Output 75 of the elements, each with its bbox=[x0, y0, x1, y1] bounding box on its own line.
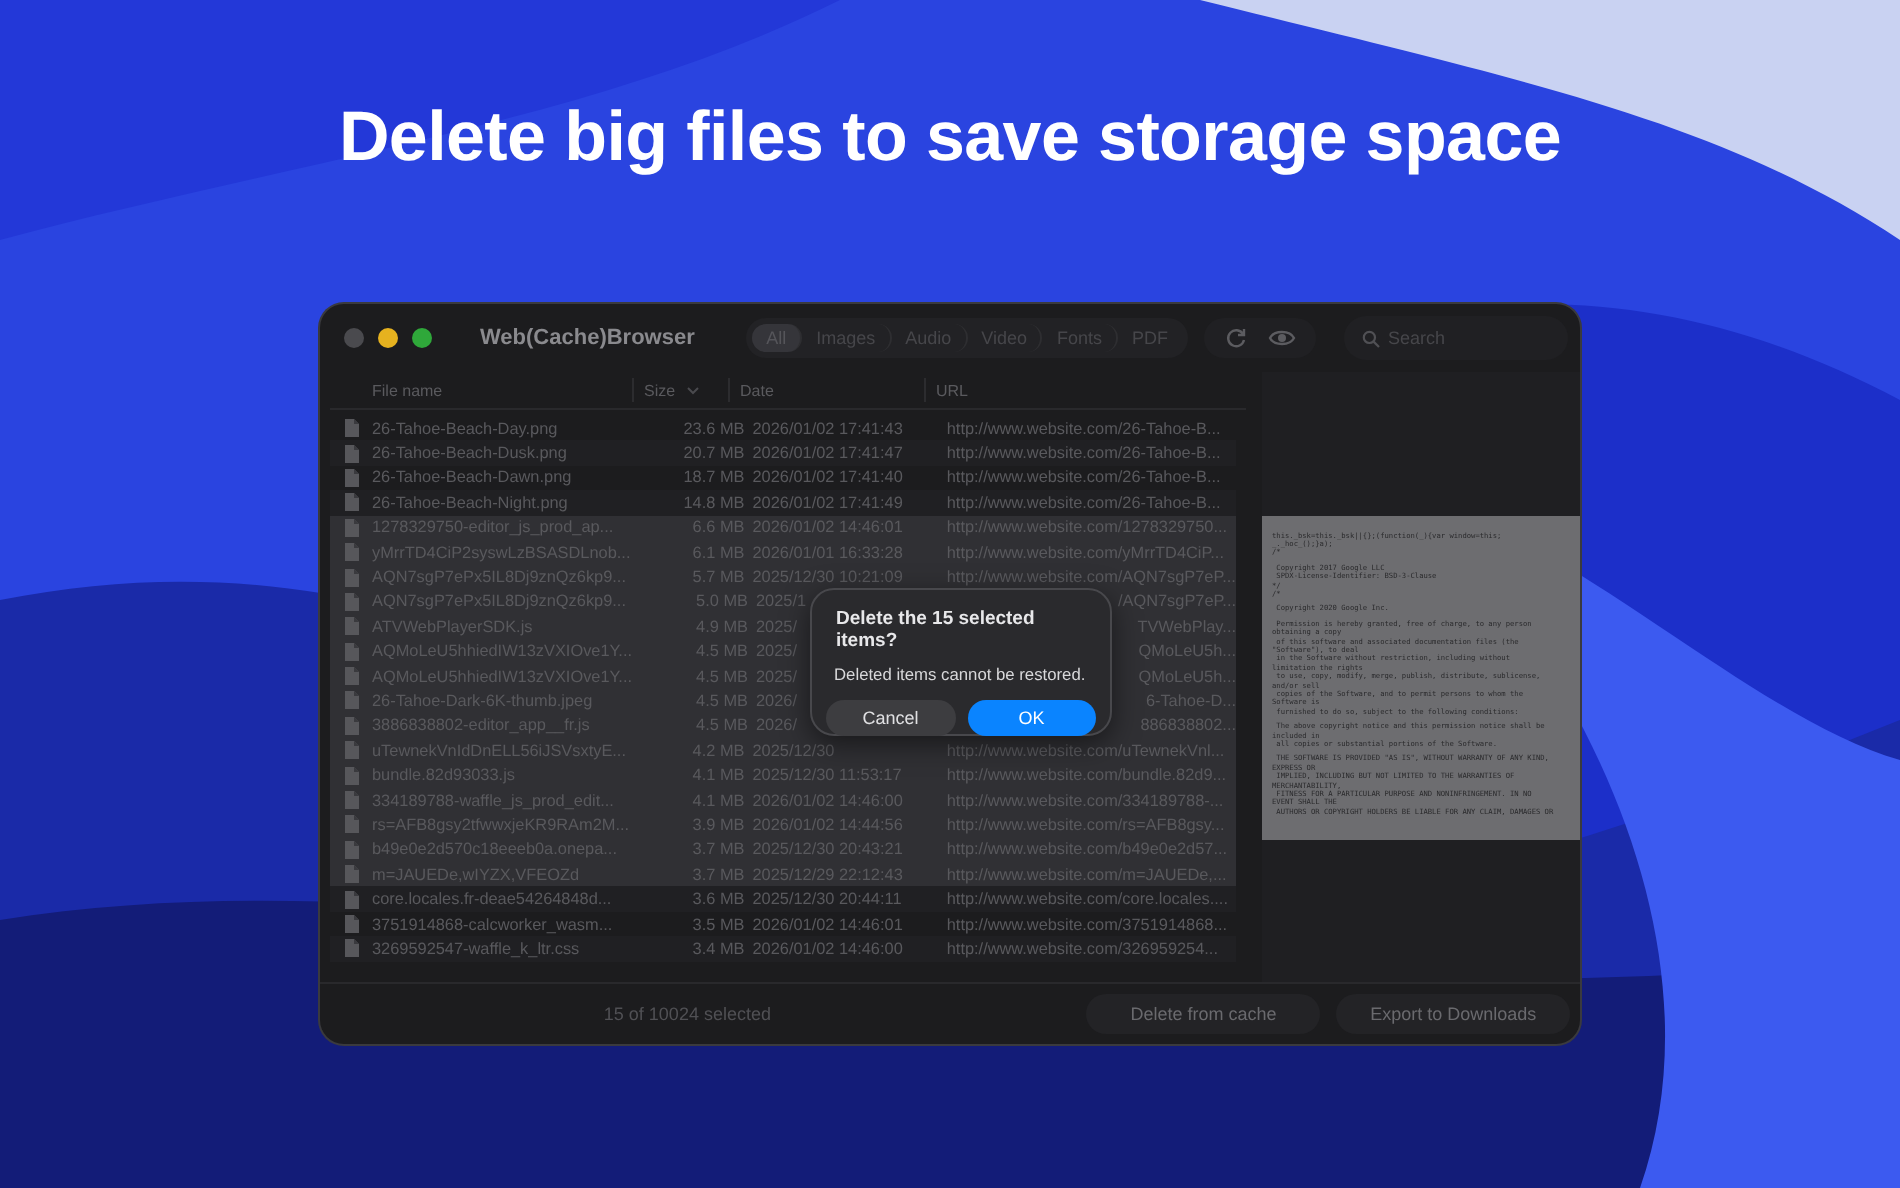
delete-button[interactable]: Delete from cache bbox=[1086, 994, 1321, 1034]
ok-button[interactable]: OK bbox=[967, 700, 1096, 736]
file-icon bbox=[344, 591, 360, 612]
file-icon bbox=[344, 914, 360, 934]
file-icon bbox=[344, 443, 360, 464]
table-cell-text: 26-Tahoe-Beach-Night.png bbox=[372, 493, 570, 512]
export-button[interactable]: Export to Downloads bbox=[1336, 994, 1571, 1034]
table-cell-text: http://www.website.com/3751914868... bbox=[944, 915, 1230, 933]
dialog-message: Deleted items cannot be restored. bbox=[834, 664, 1088, 684]
cancel-button[interactable]: Cancel bbox=[826, 700, 955, 736]
refresh-icon bbox=[1224, 326, 1248, 350]
file-icon bbox=[344, 666, 360, 687]
file-icon bbox=[344, 864, 360, 885]
table-row[interactable]: core.locales.fr-deae54264848d... 3.6 MB 2025/12/30 20:44:11 http://www.website.com/core.locales.... bbox=[330, 886, 1236, 912]
table-cell-text: 2026/01/02 17:41:49 bbox=[750, 493, 905, 512]
table-cell-text: 2026/01/02 14:46:01 bbox=[750, 915, 905, 933]
column-header[interactable]: File name bbox=[330, 378, 632, 402]
file-icon bbox=[344, 418, 360, 439]
file-icon bbox=[344, 542, 360, 563]
table-row[interactable]: 26-Tahoe-Beach-Dusk.png 20.7 MB 2026/01/02 17:41:47 http://www.website.com/26-Tahoe-B... bbox=[330, 440, 1236, 466]
table-cell-text: 3.6 MB bbox=[690, 890, 745, 909]
table-row[interactable]: 26-Tahoe-Beach-Night.png 14.8 MB 2026/01/02 17:41:49 http://www.website.com/26-Tahoe-B... bbox=[330, 490, 1236, 516]
file-icon bbox=[344, 889, 360, 910]
table-cell-text: 26-Tahoe-Beach-Day.png bbox=[372, 419, 560, 438]
sort-icon bbox=[685, 385, 700, 395]
search-icon bbox=[1362, 329, 1380, 347]
file-icon bbox=[344, 839, 360, 860]
table-row[interactable]: 26-Tahoe-Beach-Dawn.png 18.7 MB 2026/01/02 17:41:40 http://www.website.com/26-Tahoe-B... bbox=[330, 465, 1236, 491]
table-cell-text: core.locales.fr-deae54264848d... bbox=[372, 890, 614, 909]
table-row[interactable]: 3269592547-waffle_k_ltr.css 3.4 MB 2026/01/02 14:46:00 http://www.website.com/326959254... bbox=[330, 936, 1236, 962]
table-cell-text: 2026/01/02 17:41:47 bbox=[750, 444, 905, 463]
window-title: Web(Cache)Browser bbox=[480, 326, 697, 350]
column-header[interactable]: URL bbox=[924, 378, 969, 402]
file-icon bbox=[344, 715, 360, 736]
table-cell-text: 3751914868-calcworker_wasm... bbox=[372, 915, 615, 933]
table-cell-text: 18.7 MB bbox=[681, 468, 745, 487]
table-row[interactable]: 26-Tahoe-Beach-Day.png 23.6 MB 2026/01/02 17:41:43 http://www.website.com/26-Tahoe-B... bbox=[330, 416, 1236, 441]
eye-icon bbox=[1268, 328, 1296, 348]
column-header[interactable]: Size bbox=[632, 378, 728, 402]
table-cell-text: 3.5 MB bbox=[690, 915, 745, 933]
file-icon bbox=[344, 467, 360, 488]
table-cell-text: http://www.website.com/26-Tahoe-B... bbox=[944, 493, 1223, 512]
table-cell-text: http://www.website.com/26-Tahoe-B... bbox=[944, 444, 1223, 463]
close-button[interactable] bbox=[344, 328, 364, 348]
file-icon bbox=[344, 814, 360, 835]
table-cell-text: 14.8 MB bbox=[681, 493, 745, 512]
file-icon bbox=[344, 740, 360, 761]
file-icon bbox=[344, 938, 360, 959]
table-cell-text: http://www.website.com/core.locales.... bbox=[944, 890, 1230, 909]
zoom-button[interactable] bbox=[412, 328, 432, 348]
file-icon bbox=[344, 765, 360, 786]
table-cell-text: 23.6 MB bbox=[681, 419, 745, 438]
file-icon bbox=[344, 567, 360, 588]
table-cell-text: 2025/12/30 20:44:11 bbox=[750, 890, 904, 909]
table-cell-text: http://www.website.com/326959254... bbox=[944, 939, 1220, 958]
table-cell-text: 3.4 MB bbox=[690, 939, 745, 958]
file-icon bbox=[344, 492, 360, 513]
table-cell-text: 26-Tahoe-Beach-Dusk.png bbox=[372, 444, 569, 463]
file-icon bbox=[344, 690, 360, 711]
table-cell-text: 26-Tahoe-Beach-Dawn.png bbox=[372, 468, 574, 487]
headline: Delete big files to save storage space bbox=[338, 96, 1562, 180]
file-icon bbox=[344, 641, 360, 662]
file-icon bbox=[344, 790, 360, 811]
table-row[interactable]: 3751914868-calcworker_wasm... 3.5 MB 2026/01/02 14:46:01 http://www.website.com/3751914868... bbox=[330, 911, 1236, 937]
minimize-button[interactable] bbox=[378, 328, 398, 348]
file-icon bbox=[344, 517, 360, 538]
table-cell-text: 3269592547-waffle_k_ltr.css bbox=[372, 939, 582, 958]
table-cell-text: 2026/01/02 17:41:43 bbox=[750, 419, 905, 438]
file-icon bbox=[344, 616, 360, 637]
table-cell-text: 20.7 MB bbox=[681, 444, 745, 463]
table-cell-text: http://www.website.com/26-Tahoe-B... bbox=[944, 468, 1223, 487]
table-cell-text: http://www.website.com/26-Tahoe-B... bbox=[944, 419, 1223, 438]
table-cell-text: 2026/01/02 14:46:00 bbox=[750, 939, 905, 958]
column-header[interactable]: Date bbox=[728, 378, 924, 402]
table-cell-text: 2026/01/02 17:41:40 bbox=[750, 468, 905, 487]
